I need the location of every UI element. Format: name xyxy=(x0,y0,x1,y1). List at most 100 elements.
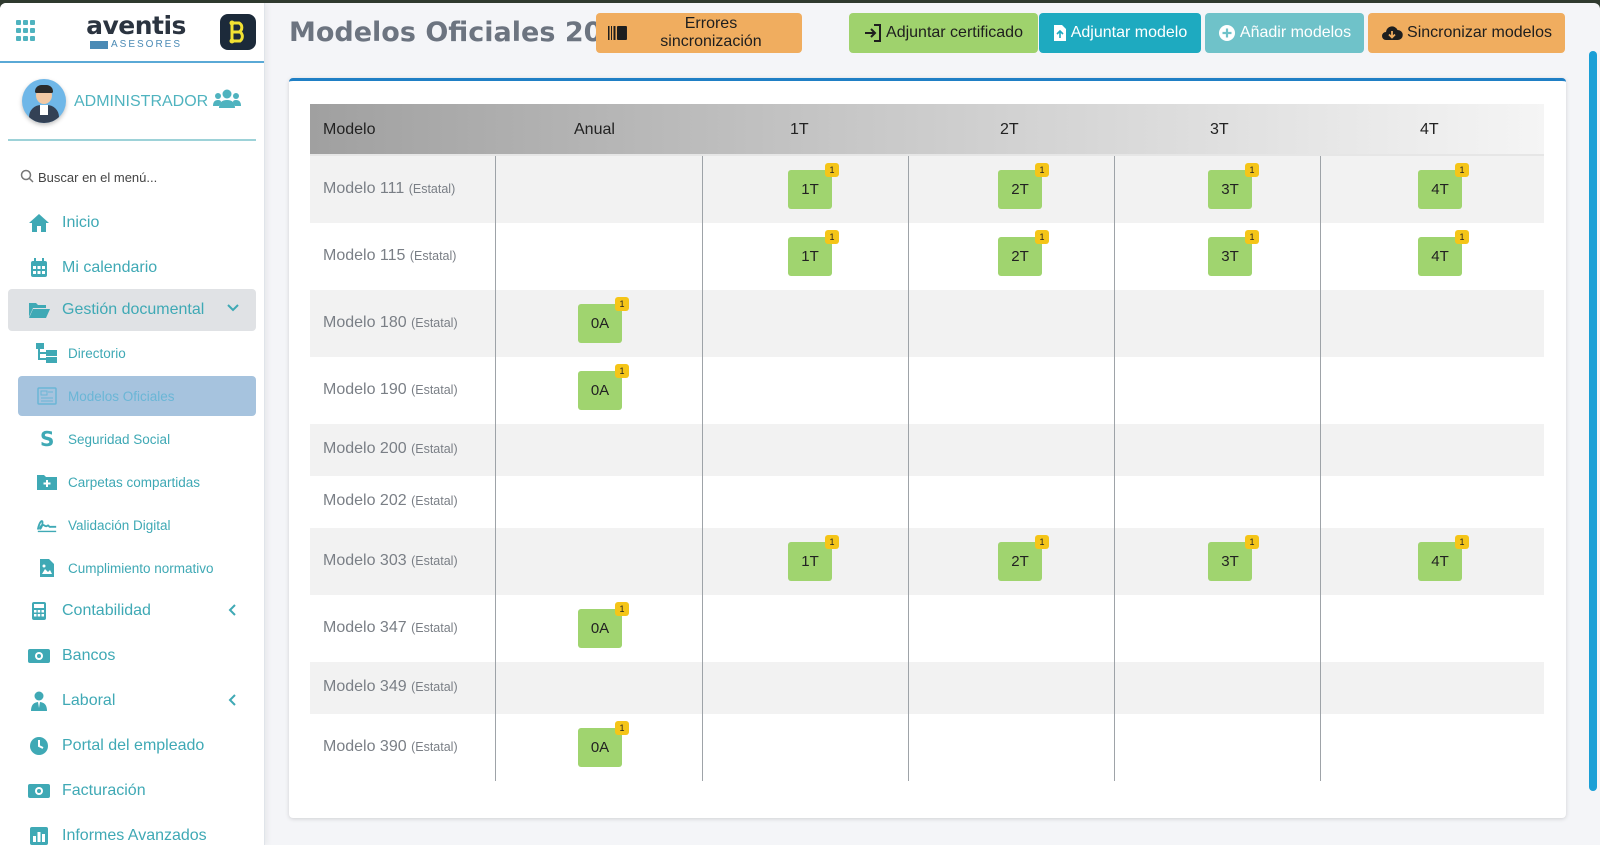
sidebar-subitem-seguridad-social[interactable]: S Seguridad Social xyxy=(18,419,256,459)
logo-sub-text: ASESORES xyxy=(110,39,183,50)
model-name: Modelo 347 (Estatal) xyxy=(323,619,458,637)
menu-search xyxy=(0,155,264,203)
sidebar-item-label: Informes Avanzados xyxy=(62,827,207,844)
models-table: Modelo Anual 1T 2T 3T 4T Modelo 111 (Est… xyxy=(310,104,1544,781)
errores-sincronizacion-button[interactable]: Errores sincronización xyxy=(596,13,802,53)
column-header-1t: 1T xyxy=(790,121,809,138)
column-header-anual: Anual xyxy=(574,121,615,138)
model-name-text: Modelo 303 xyxy=(323,551,407,569)
sidebar-item-label: Mi calendario xyxy=(62,259,158,276)
column-header-2t: 2T xyxy=(1000,121,1019,138)
sidebar-item-inicio[interactable]: Inicio xyxy=(8,203,256,243)
sidebar-item-bancos[interactable]: Bancos xyxy=(8,636,256,676)
money-icon xyxy=(28,780,50,802)
period-chip-t4[interactable]: 4T 1 xyxy=(1418,229,1469,276)
folder-open-icon xyxy=(28,299,50,321)
sidebar-item-label: Laboral xyxy=(62,692,116,709)
main-content: Modelos Oficiales 2025 Errores sincroniz… xyxy=(265,3,1600,845)
model-name: Modelo 200 (Estatal) xyxy=(323,440,458,458)
period-chip-t1[interactable]: 1T 1 xyxy=(788,534,839,581)
sidebar-subitem-carpetas-compartidas[interactable]: Carpetas compartidas xyxy=(18,462,256,502)
apps-grid-icon[interactable] xyxy=(16,20,38,42)
period-chip-label: 1T xyxy=(801,552,819,570)
page-scrollbar[interactable] xyxy=(1589,51,1597,791)
model-scope: (Estatal) xyxy=(411,739,458,754)
model-name: Modelo 115 (Estatal) xyxy=(323,247,456,265)
period-chip-t4[interactable]: 4T 1 xyxy=(1418,162,1469,209)
home-icon xyxy=(28,212,50,234)
models-card: Modelo Anual 1T 2T 3T 4T Modelo 111 (Est… xyxy=(289,78,1566,818)
s-letter-icon: S xyxy=(36,428,58,450)
sincronizar-modelos-label: Sincronizar modelos xyxy=(1407,24,1552,41)
b-brand-icon[interactable] xyxy=(220,14,256,50)
period-chip-t1[interactable]: 1T 1 xyxy=(788,229,839,276)
period-chip-label: 0A xyxy=(590,619,610,637)
period-chip-anual[interactable]: 0A 1 xyxy=(578,363,629,410)
brand-bar: aventis ASESORES xyxy=(0,3,264,63)
period-chip-label: 4T xyxy=(1431,247,1449,265)
folder-plus-icon xyxy=(36,471,58,493)
column-divider xyxy=(1320,156,1321,781)
user-name[interactable]: ADMINISTRADOR xyxy=(74,93,208,111)
user-panel: ADMINISTRADOR xyxy=(8,63,256,141)
model-scope: (Estatal) xyxy=(411,553,458,568)
signature-icon xyxy=(36,514,58,536)
period-chip-label: 2T xyxy=(1011,552,1029,570)
period-chip-t2[interactable]: 2T 1 xyxy=(998,162,1049,209)
period-chip-t4[interactable]: 4T 1 xyxy=(1418,534,1469,581)
company-logo[interactable]: aventis ASESORES xyxy=(86,13,186,51)
sidebar-subitem-cumplimiento-normativo[interactable]: Cumplimiento normativo xyxy=(18,548,256,588)
period-chip-label: 0A xyxy=(590,381,610,399)
model-scope: (Estatal) xyxy=(408,181,456,196)
sidebar-item-portal-empleado[interactable]: Portal del empleado xyxy=(8,726,256,766)
notification-badge: 1 xyxy=(825,534,839,549)
period-chip-t3[interactable]: 3T 1 xyxy=(1208,534,1259,581)
model-scope: (Estatal) xyxy=(411,442,458,456)
column-divider xyxy=(908,156,909,781)
model-name: Modelo 180 (Estatal) xyxy=(323,314,458,332)
avatar[interactable] xyxy=(22,79,66,123)
sidebar-item-gestion-documental[interactable]: Gestión documental xyxy=(8,289,256,331)
sincronizar-modelos-button[interactable]: Sincronizar modelos xyxy=(1368,13,1565,53)
column-divider xyxy=(495,156,496,781)
column-header-3t: 3T xyxy=(1210,121,1229,138)
notification-badge: 1 xyxy=(1035,162,1049,177)
adjuntar-certificado-label: Adjuntar certificado xyxy=(886,24,1023,41)
sidebar-item-facturacion[interactable]: Facturación xyxy=(8,771,256,811)
period-chip-t3[interactable]: 3T 1 xyxy=(1208,229,1259,276)
notification-badge: 1 xyxy=(1245,534,1259,549)
sidebar-item-informes-avanzados[interactable]: Informes Avanzados xyxy=(8,816,256,845)
period-chip-anual[interactable]: 0A 1 xyxy=(578,720,629,767)
period-chip-t2[interactable]: 2T 1 xyxy=(998,229,1049,276)
sidebar-subitem-label: Carpetas compartidas xyxy=(68,474,201,490)
logo-main-text: aventis xyxy=(86,11,186,40)
users-icon[interactable] xyxy=(213,88,241,115)
period-chip-t3[interactable]: 3T 1 xyxy=(1208,162,1259,209)
model-name: Modelo 303 (Estatal) xyxy=(323,552,458,570)
adjuntar-certificado-button[interactable]: Adjuntar certificado xyxy=(849,13,1038,53)
period-chip-anual[interactable]: 0A 1 xyxy=(578,296,629,343)
period-chip-label: 1T xyxy=(801,247,819,265)
notification-badge: 1 xyxy=(1245,162,1259,177)
period-chip-t1[interactable]: 1T 1 xyxy=(788,162,839,209)
notification-badge: 1 xyxy=(825,162,839,177)
search-icon xyxy=(20,169,34,183)
anadir-modelos-button[interactable]: Añadir modelos xyxy=(1205,13,1364,53)
adjuntar-modelo-button[interactable]: Adjuntar modelo xyxy=(1039,13,1201,53)
sidebar-item-contabilidad[interactable]: Contabilidad xyxy=(8,591,256,631)
sidebar-item-laboral[interactable]: Laboral xyxy=(8,681,256,721)
notification-badge: 1 xyxy=(1245,229,1259,244)
sign-in-icon xyxy=(865,24,882,42)
period-chip-t2[interactable]: 2T 1 xyxy=(998,534,1049,581)
sidebar-subitem-modelos-oficiales[interactable]: Modelos Oficiales xyxy=(18,376,256,416)
menu-search-input[interactable] xyxy=(38,163,248,191)
period-chip-anual[interactable]: 0A 1 xyxy=(578,601,629,648)
model-scope: (Estatal) xyxy=(409,248,457,263)
column-header-modelo: Modelo xyxy=(323,121,376,138)
sidebar-item-calendario[interactable]: Mi calendario xyxy=(8,248,256,288)
sidebar: aventis ASESORES ADMINISTRADOR Buscar en… xyxy=(0,3,265,845)
clock-icon xyxy=(28,735,50,757)
sidebar-subitem-validacion-digital[interactable]: Validación Digital xyxy=(18,505,256,545)
sidebar-item-label: Bancos xyxy=(62,647,116,664)
sidebar-subitem-directorio[interactable]: Directorio xyxy=(18,333,256,373)
